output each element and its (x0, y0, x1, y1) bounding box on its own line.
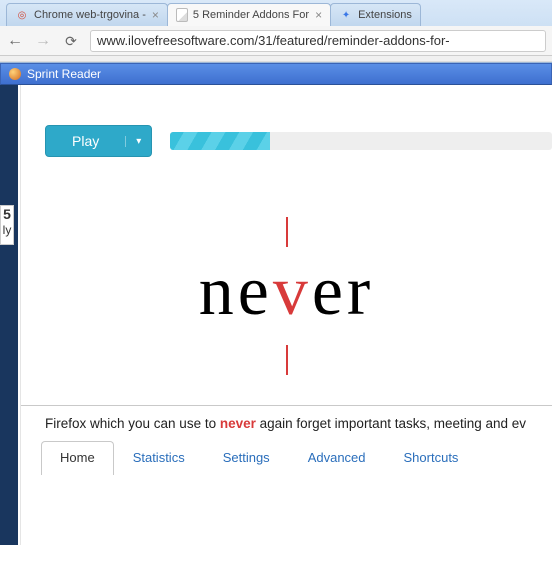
tab-strip: ◎ Chrome web-trgovina - × 5 Reminder Add… (0, 0, 552, 26)
chevron-down-icon[interactable]: ▾ (125, 136, 151, 147)
browser-chrome: ◎ Chrome web-trgovina - × 5 Reminder Add… (0, 0, 552, 63)
tab-advanced[interactable]: Advanced (289, 441, 385, 475)
reload-button[interactable]: ⟳ (62, 34, 80, 48)
bottom-tabs: Home Statistics Settings Advanced Shortc… (21, 441, 552, 475)
context-pre: Firefox which you can use to (45, 416, 220, 431)
play-label: Play (46, 133, 125, 149)
toolbar: ← → ⟳ www.ilovefreesoftware.com/31/featu… (0, 26, 552, 56)
word-post: er (312, 253, 374, 330)
word-pre: ne (199, 253, 273, 330)
bookmark-bar-fragment (0, 56, 552, 62)
focus-tick-bottom (286, 345, 288, 375)
tab-settings[interactable]: Settings (204, 441, 289, 475)
close-icon[interactable]: × (315, 9, 322, 21)
progress-bar[interactable] (170, 132, 552, 150)
title-bar[interactable]: Sprint Reader (0, 63, 552, 85)
url-text: www.ilovefreesoftware.com/31/featured/re… (97, 33, 450, 48)
tab-reminder-addons[interactable]: 5 Reminder Addons For × (167, 3, 331, 26)
close-icon[interactable]: × (152, 9, 159, 21)
word-pivot: v (273, 253, 312, 330)
tab-title: Chrome web-trgovina - (34, 9, 146, 21)
sprint-reader-window: Sprint Reader 5 ly Play ▾ never (0, 63, 552, 545)
play-button[interactable]: Play ▾ (45, 125, 152, 157)
controls-row: Play ▾ (21, 85, 552, 157)
window-title: Sprint Reader (27, 67, 101, 81)
chrome-icon: ◎ (15, 8, 29, 22)
reader-card: Play ▾ never Firefox which you can use t… (20, 85, 552, 545)
address-bar[interactable]: www.ilovefreesoftware.com/31/featured/re… (90, 30, 546, 52)
tab-extensions[interactable]: ✦ Extensions (330, 3, 421, 26)
page-background-left (0, 85, 18, 545)
tab-title: 5 Reminder Addons For (193, 9, 309, 21)
fragment-big: 5 (1, 206, 13, 222)
word-display: never (21, 157, 552, 405)
tab-chrome-webstore[interactable]: ◎ Chrome web-trgovina - × (6, 3, 168, 26)
puzzle-icon: ✦ (339, 8, 353, 22)
app-body: 5 ly Play ▾ never Firefox which you can … (0, 85, 552, 545)
app-icon (9, 68, 21, 80)
current-word: never (21, 257, 552, 327)
page-icon (176, 8, 188, 22)
page-fragment-left: 5 ly (0, 205, 14, 245)
focus-tick-top (286, 217, 288, 247)
fragment-small: ly (3, 223, 12, 237)
forward-button[interactable]: → (34, 33, 52, 49)
context-highlight: never (220, 416, 256, 431)
tab-home[interactable]: Home (41, 441, 114, 475)
tab-shortcuts[interactable]: Shortcuts (385, 441, 478, 475)
progress-fill (170, 132, 269, 150)
back-button[interactable]: ← (6, 33, 24, 49)
context-post: again forget important tasks, meeting an… (256, 416, 526, 431)
context-sentence: Firefox which you can use to never again… (21, 405, 552, 441)
tab-title: Extensions (358, 9, 412, 21)
tab-statistics[interactable]: Statistics (114, 441, 204, 475)
